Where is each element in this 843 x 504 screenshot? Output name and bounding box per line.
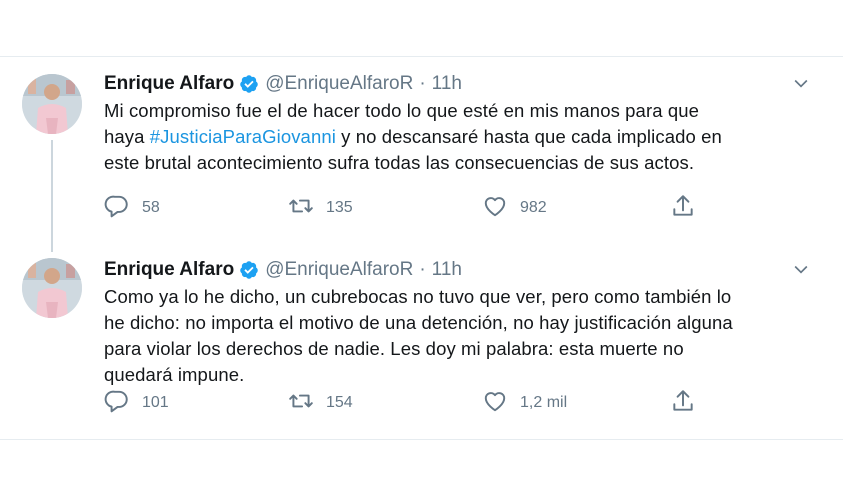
tweet-actions: 58 135 982 bbox=[0, 193, 843, 223]
tweet[interactable]: Enrique Alfaro @EnriqueAlfaroR · 11h Com… bbox=[0, 246, 843, 440]
tweet-text: Mi compromiso fue el de hacer todo lo qu… bbox=[104, 98, 824, 176]
separator-dot: · bbox=[419, 73, 426, 94]
retweet-count: 154 bbox=[326, 394, 353, 411]
hashtag-link[interactable]: #JusticiaParaGiovanni bbox=[150, 126, 336, 147]
heart-icon bbox=[482, 388, 508, 419]
reply-icon bbox=[104, 388, 130, 419]
tweet-header: Enrique Alfaro @EnriqueAlfaroR · 11h bbox=[104, 256, 462, 284]
retweet-icon bbox=[288, 193, 314, 224]
share-button[interactable] bbox=[670, 388, 696, 418]
retweet-icon bbox=[288, 388, 314, 419]
heart-icon bbox=[482, 193, 508, 224]
share-icon bbox=[670, 193, 696, 224]
tweet-timestamp[interactable]: 11h bbox=[432, 259, 462, 281]
separator-dot: · bbox=[419, 259, 426, 280]
reply-count: 58 bbox=[142, 199, 160, 216]
avatar[interactable] bbox=[22, 258, 82, 318]
tweet-text-line: este brutal acontecimiento sufra todas l… bbox=[104, 152, 695, 173]
share-icon bbox=[670, 388, 696, 419]
chevron-down-icon[interactable] bbox=[791, 73, 811, 93]
like-count: 982 bbox=[520, 199, 547, 216]
like-button[interactable]: 982 bbox=[482, 193, 547, 223]
divider bbox=[0, 439, 843, 440]
retweet-button[interactable]: 135 bbox=[288, 193, 353, 223]
tweet-text-line: Como ya lo he dicho, un cubrebocas no tu… bbox=[104, 286, 732, 307]
author-name[interactable]: Enrique Alfaro bbox=[104, 73, 234, 95]
author-handle[interactable]: @EnriqueAlfaroR bbox=[265, 259, 413, 281]
reply-button[interactable]: 58 bbox=[104, 193, 160, 223]
reply-icon bbox=[104, 193, 130, 224]
author-handle[interactable]: @EnriqueAlfaroR bbox=[265, 73, 413, 95]
tweet-timestamp[interactable]: 11h bbox=[432, 73, 462, 95]
reply-count: 101 bbox=[142, 394, 169, 411]
tweet-actions: 101 154 1,2 mil bbox=[0, 388, 843, 418]
retweet-count: 135 bbox=[326, 199, 353, 216]
reply-button[interactable]: 101 bbox=[104, 388, 169, 418]
verified-badge-icon bbox=[239, 260, 259, 280]
like-count: 1,2 mil bbox=[520, 394, 568, 411]
retweet-button[interactable]: 154 bbox=[288, 388, 353, 418]
tweet[interactable]: Enrique Alfaro @EnriqueAlfaroR · 11h Mi … bbox=[0, 56, 843, 252]
tweet-text: Como ya lo he dicho, un cubrebocas no tu… bbox=[104, 284, 824, 388]
tweet-thread: Enrique Alfaro @EnriqueAlfaroR · 11h Mi … bbox=[0, 56, 843, 440]
tweet-text-line: Mi compromiso fue el de hacer todo lo qu… bbox=[104, 100, 700, 121]
tweet-text-line: haya #JusticiaParaGiovanni y no descansa… bbox=[104, 126, 722, 147]
like-button[interactable]: 1,2 mil bbox=[482, 388, 567, 418]
author-name[interactable]: Enrique Alfaro bbox=[104, 259, 234, 281]
tweet-text-line: para violar los derechos de nadie. Les d… bbox=[104, 338, 684, 359]
verified-badge-icon bbox=[239, 74, 259, 94]
tweet-text-line: quedará impune. bbox=[104, 364, 245, 385]
tweet-text-line: he dicho: no importa el motivo de una de… bbox=[104, 312, 733, 333]
chevron-down-icon[interactable] bbox=[791, 259, 811, 279]
tweet-header: Enrique Alfaro @EnriqueAlfaroR · 11h bbox=[104, 70, 462, 98]
share-button[interactable] bbox=[670, 193, 696, 223]
avatar[interactable] bbox=[22, 74, 82, 134]
